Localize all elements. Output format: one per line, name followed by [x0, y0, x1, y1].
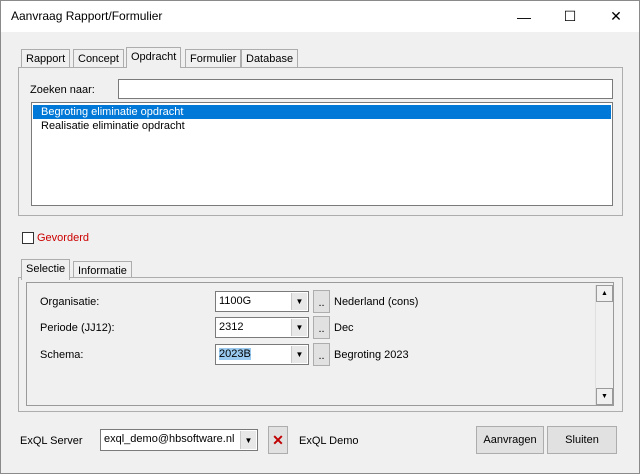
maximize-button[interactable]: ☐: [547, 1, 593, 32]
tab-label: Database: [246, 53, 294, 65]
organisatie-description: Nederland (cons): [334, 296, 419, 308]
tab-rapport[interactable]: Rapport: [21, 49, 71, 68]
dots-label: ..: [318, 350, 325, 362]
chevron-down-icon[interactable]: ▼: [291, 319, 307, 336]
chevron-down-icon[interactable]: ▼: [240, 431, 256, 449]
schema-label: Schema:: [40, 349, 84, 361]
schema-combo[interactable]: 2023B ▼: [215, 344, 309, 365]
title-bar: Aanvraag Rapport/Formulier — ☐ ✕: [1, 1, 639, 32]
organisatie-browse-button[interactable]: ..: [313, 290, 330, 313]
tab-concept[interactable]: Concept: [73, 49, 124, 68]
close-window-button[interactable]: ✕: [593, 1, 639, 32]
tab-label: Selectie: [26, 263, 66, 275]
dots-label: ..: [318, 297, 325, 309]
server-label: ExQL Server: [20, 435, 83, 447]
gevorderd-label[interactable]: Gevorderd: [37, 232, 89, 244]
x-icon: ✕: [272, 431, 284, 448]
tab-opdracht[interactable]: Opdracht: [126, 47, 182, 68]
schema-description: Begroting 2023: [334, 349, 409, 361]
chevron-down-icon[interactable]: ▼: [291, 293, 307, 310]
chevron-down-icon[interactable]: ▼: [291, 346, 307, 363]
chevron-up-icon: ▲: [601, 290, 608, 297]
gevorderd-checkbox[interactable]: [22, 232, 34, 244]
tab-label: Informatie: [78, 265, 127, 277]
scroll-up-button[interactable]: ▲: [596, 285, 613, 302]
tab-database[interactable]: Database: [241, 49, 299, 68]
sluiten-button[interactable]: Sluiten: [547, 426, 617, 454]
tab-label: Rapport: [26, 53, 66, 65]
schema-value: 2023B: [219, 348, 251, 360]
button-label: Aanvragen: [483, 434, 537, 446]
dialog-window: Aanvraag Rapport/Formulier — ☐ ✕ Rapport…: [0, 0, 640, 474]
periode-value: 2312: [219, 321, 244, 333]
chevron-down-icon: ▼: [601, 393, 608, 400]
window-title: Aanvraag Rapport/Formulier: [11, 9, 163, 23]
search-input[interactable]: [118, 79, 613, 99]
tab-formulier[interactable]: Formulier: [185, 49, 242, 68]
button-label: Sluiten: [565, 434, 599, 446]
tab-label: Formulier: [190, 53, 237, 65]
periode-combo[interactable]: 2312 ▼: [215, 317, 309, 338]
periode-label: Periode (JJ12):: [40, 322, 115, 334]
list-item[interactable]: Begroting eliminatie opdracht: [33, 105, 611, 119]
minimize-icon: —: [517, 8, 531, 25]
schema-browse-button[interactable]: ..: [313, 343, 330, 366]
clear-server-button[interactable]: ✕: [268, 426, 288, 454]
organisatie-label: Organisatie:: [40, 296, 100, 308]
periode-browse-button[interactable]: ..: [313, 316, 330, 339]
close-icon: ✕: [610, 8, 622, 24]
opdracht-list[interactable]: Begroting eliminatie opdracht Realisatie…: [31, 102, 613, 206]
tab-label: Opdracht: [131, 51, 177, 63]
search-label: Zoeken naar:: [30, 84, 95, 96]
list-item[interactable]: Realisatie eliminatie opdracht: [33, 119, 611, 133]
organisatie-value: 1100G: [219, 295, 252, 307]
periode-description: Dec: [334, 322, 354, 334]
maximize-icon: ☐: [563, 8, 577, 24]
server-combo[interactable]: exql_demo@hbsoftware.nl ▼: [100, 429, 258, 451]
aanvragen-button[interactable]: Aanvragen: [476, 426, 544, 454]
dots-label: ..: [318, 323, 325, 335]
scroll-down-button[interactable]: ▼: [596, 388, 613, 405]
organisatie-combo[interactable]: 1100G ▼: [215, 291, 309, 312]
tab-label: Concept: [78, 53, 119, 65]
selectie-scrollbar[interactable]: ▲ ▼: [595, 285, 613, 405]
tab-selectie[interactable]: Selectie: [21, 259, 71, 280]
minimize-button[interactable]: —: [501, 1, 547, 32]
server-name: ExQL Demo: [299, 435, 359, 447]
server-value: exql_demo@hbsoftware.nl: [104, 433, 235, 445]
